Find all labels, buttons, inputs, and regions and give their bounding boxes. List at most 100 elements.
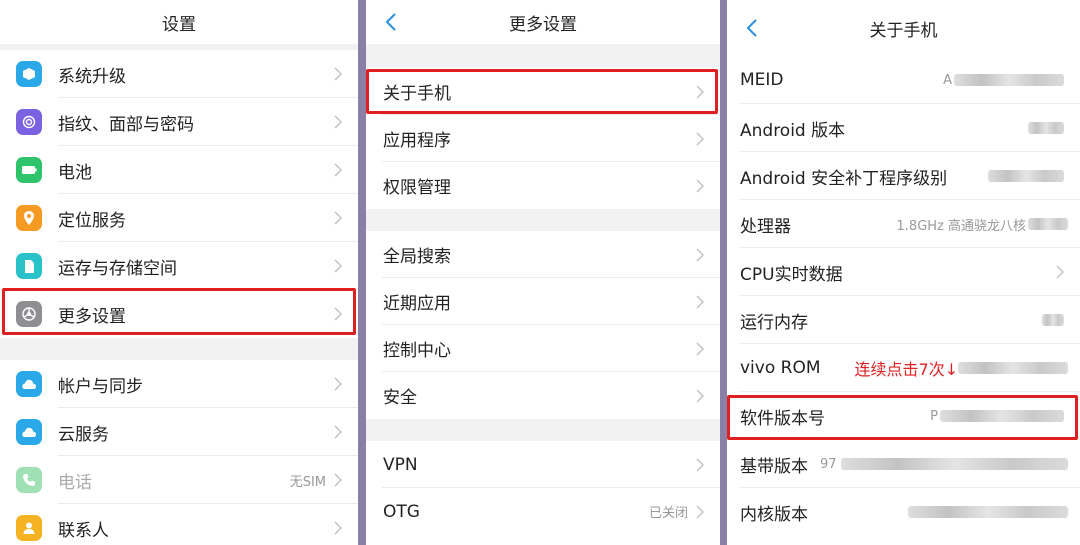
item-label: 云服务 — [58, 424, 109, 445]
item-label: Android 版本 — [740, 120, 846, 141]
about-item-security-patch: Android 安全补丁程序级别 — [727, 152, 1080, 200]
processor-value: 1.8GHz 高通骁龙八核 — [896, 218, 1026, 234]
baseband-value: 97 — [820, 456, 837, 472]
battery-icon — [16, 157, 42, 183]
about-item-processor: 处理器 1.8GHz 高通骁龙八核 — [727, 200, 1080, 248]
settings-item-battery[interactable]: 电池 — [0, 146, 358, 194]
redacted-value — [1042, 314, 1064, 326]
settings-panel: 设置 系统升级 指纹、面部与密码 电池 定位服务 运存与存储空间 更多设置 帐户… — [0, 0, 358, 545]
about-item-baseband: 基带版本 97 — [727, 440, 1080, 488]
settings-item-contacts[interactable]: 联系人 — [0, 504, 358, 545]
item-label: 软件版本号 — [740, 408, 825, 429]
settings-item-cloud-service[interactable]: 云服务 — [0, 408, 358, 456]
more-item-security[interactable]: 安全 — [366, 372, 720, 419]
section-gap — [0, 338, 358, 360]
about-item-android-version: Android 版本 — [727, 104, 1080, 152]
more-settings-panel: 更多设置 关于手机 应用程序 权限管理 全局搜索 近期应用 控制中心 安全 VP… — [366, 0, 720, 545]
item-label: 应用程序 — [383, 131, 451, 151]
settings-item-account-sync[interactable]: 帐户与同步 — [0, 360, 358, 408]
page-title: 更多设置 — [509, 14, 577, 35]
about-item-meid: MEID A — [727, 56, 1080, 104]
item-label: 指纹、面部与密码 — [58, 114, 194, 135]
chevron-right-icon — [696, 294, 705, 309]
location-pin-icon — [16, 205, 42, 231]
item-label: 关于手机 — [383, 84, 451, 104]
page-title: 关于手机 — [869, 20, 938, 41]
item-label: 基带版本 — [740, 456, 808, 477]
more-item-otg[interactable]: OTG 已关闭 — [366, 488, 720, 535]
storage-icon — [16, 253, 42, 279]
chevron-right-icon — [334, 115, 343, 129]
back-button[interactable] — [380, 10, 402, 34]
tap-annotation: 连续点击7次↓ — [854, 360, 959, 379]
item-label: 处理器 — [740, 216, 791, 237]
about-item-vivo-rom[interactable]: vivo ROM 连续点击7次↓ — [727, 344, 1080, 392]
chevron-right-icon — [696, 388, 705, 403]
account-sync-icon — [16, 371, 42, 397]
chevron-right-icon — [696, 131, 705, 146]
more-item-about-phone[interactable]: 关于手机 — [366, 68, 720, 115]
chevron-right-icon — [1056, 265, 1065, 279]
section-gap — [366, 44, 720, 68]
settings-item-phone[interactable]: 电话 无SIM — [0, 456, 358, 504]
cloud-icon — [16, 419, 42, 445]
chevron-right-icon — [696, 247, 705, 262]
about-item-software-version[interactable]: 软件版本号 P — [727, 392, 1080, 440]
item-label: MEID — [740, 70, 784, 90]
chevron-right-icon — [696, 178, 705, 193]
section-gap — [366, 209, 720, 231]
item-label: 权限管理 — [383, 178, 451, 198]
redacted-value — [908, 506, 1068, 518]
chevron-left-icon — [385, 13, 396, 31]
chevron-right-icon — [334, 67, 343, 81]
more-item-permissions[interactable]: 权限管理 — [366, 162, 720, 209]
otg-status-value: 已关闭 — [648, 506, 688, 521]
more-item-global-search[interactable]: 全局搜索 — [366, 231, 720, 278]
item-label: 运行内存 — [740, 312, 808, 333]
more-item-applications[interactable]: 应用程序 — [366, 115, 720, 162]
item-label: 联系人 — [58, 520, 109, 541]
chevron-right-icon — [334, 163, 343, 177]
chevron-left-icon — [746, 19, 757, 37]
item-label: 控制中心 — [383, 341, 451, 361]
item-label: 电池 — [58, 162, 92, 183]
settings-item-location[interactable]: 定位服务 — [0, 194, 358, 242]
back-button[interactable] — [741, 16, 763, 40]
item-label: 内核版本 — [740, 504, 808, 525]
about-item-cpu-realtime[interactable]: CPU实时数据 — [727, 248, 1080, 296]
settings-header: 设置 — [0, 0, 358, 44]
chevron-right-icon — [334, 521, 343, 535]
more-item-recent-apps[interactable]: 近期应用 — [366, 278, 720, 325]
item-label: OTG — [383, 501, 420, 522]
item-label: 全局搜索 — [383, 247, 451, 267]
settings-item-fingerprint[interactable]: 指纹、面部与密码 — [0, 98, 358, 146]
redacted-value — [1028, 218, 1068, 230]
system-update-icon — [16, 61, 42, 87]
item-label: 电话 — [58, 472, 92, 493]
chevron-right-icon — [334, 211, 343, 225]
more-item-vpn[interactable]: VPN — [366, 441, 720, 488]
redacted-value — [1028, 122, 1064, 134]
item-label: 安全 — [383, 388, 417, 408]
chevron-right-icon — [334, 425, 343, 439]
contacts-icon — [16, 515, 42, 541]
settings-item-storage[interactable]: 运存与存储空间 — [0, 242, 358, 290]
item-label: 系统升级 — [58, 66, 126, 87]
settings-item-more-settings[interactable]: 更多设置 — [0, 290, 358, 338]
redacted-value — [958, 362, 1068, 374]
redacted-value — [954, 74, 1064, 86]
settings-item-system-update[interactable]: 系统升级 — [0, 50, 358, 98]
item-label: 运存与存储空间 — [58, 258, 177, 279]
chevron-right-icon — [334, 259, 343, 273]
meid-value: A — [943, 72, 952, 88]
item-label: 帐户与同步 — [58, 376, 143, 397]
redacted-value — [940, 410, 1064, 422]
chevron-right-icon — [334, 307, 343, 321]
about-item-kernel: 内核版本 — [727, 488, 1080, 536]
fingerprint-icon — [16, 109, 42, 135]
section-gap — [366, 419, 720, 441]
item-label: 近期应用 — [383, 294, 451, 314]
chevron-right-icon — [696, 341, 705, 356]
more-item-control-center[interactable]: 控制中心 — [366, 325, 720, 372]
page-title: 设置 — [162, 14, 196, 35]
